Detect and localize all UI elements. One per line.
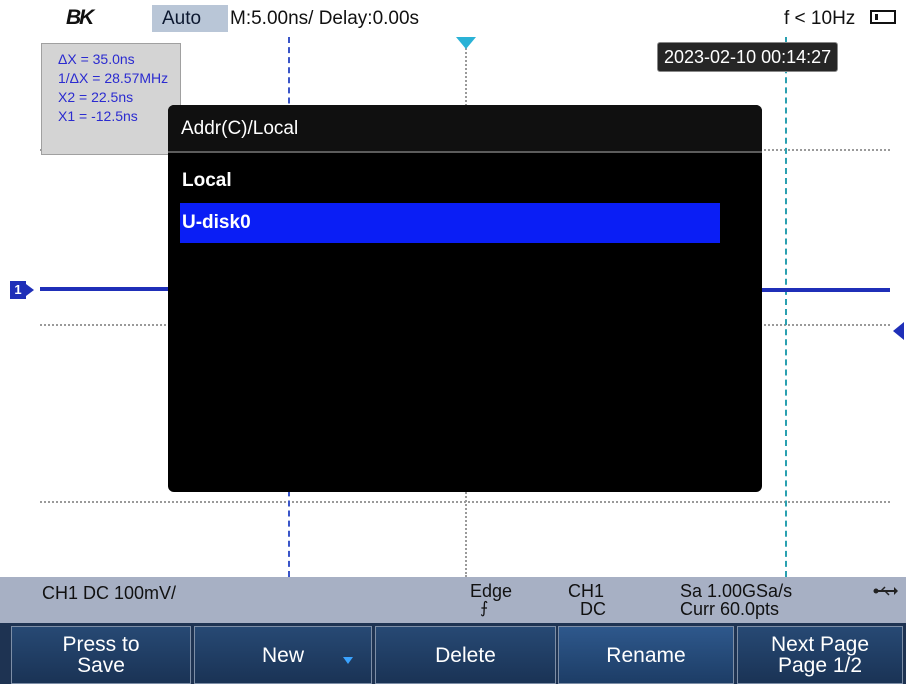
battery-level (875, 14, 878, 20)
ch1-trace (762, 288, 890, 292)
cursor-delta-x: ΔX = 35.0ns (58, 51, 135, 67)
ch1-level-marker[interactable]: 1 (10, 281, 36, 299)
trigger-slope-icon: ⨍ (480, 600, 489, 617)
battery-icon (870, 10, 896, 24)
new-button[interactable]: New (194, 626, 372, 684)
new-button-label: New (261, 643, 304, 667)
cursor-measurement-panel: ΔX = 35.0ns 1/ΔX = 28.57MHz X2 = 22.5ns … (41, 43, 181, 155)
ch1-marker-arrow (26, 284, 34, 296)
trigger-source: CH1 (568, 581, 605, 601)
trigger-coupling: DC (580, 599, 606, 619)
press-to-save-button[interactable]: Press to Save (11, 626, 191, 684)
dialog-title: Addr(C)/Local (168, 105, 762, 153)
cursor-x1-value: X1 = -12.5ns (58, 108, 138, 124)
record-length: Curr 60.0pts (680, 599, 780, 619)
cursor-x2-value: X2 = 22.5ns (58, 89, 134, 105)
usb-icon (873, 586, 898, 596)
cursor-x2-line[interactable] (785, 37, 787, 577)
storage-location-dialog: Addr(C)/Local Local U-disk0 (168, 105, 762, 492)
trigger-type: Edge (470, 581, 513, 601)
top-status-bar: BK Auto M:5.00ns/ Delay:0.00s f < 10Hz (0, 0, 906, 36)
chevron-down-icon (343, 657, 353, 664)
ch1-marker-label: 1 (10, 281, 26, 299)
trigger-position-marker[interactable] (456, 37, 476, 49)
softkey-bar: Press to Save New Delete Rename Next Pag… (0, 623, 906, 684)
list-item-u-disk0[interactable]: U-disk0 (180, 203, 720, 243)
rename-button[interactable]: Rename (558, 626, 734, 684)
date-time-display: 2023-02-10 00:14:27 (657, 42, 839, 72)
timebase-readout: M:5.00ns/ Delay:0.00s (230, 8, 420, 29)
ch1-settings[interactable]: CH1 DC 100mV/ (42, 583, 176, 603)
list-item-local[interactable]: Local (180, 161, 720, 201)
trigger-level-marker[interactable] (893, 322, 904, 340)
next-page-button[interactable]: Next Page Page 1/2 (737, 626, 903, 684)
ch1-trace (40, 287, 168, 291)
cursor-inverse-delta-x: 1/ΔX = 28.57MHz (58, 70, 169, 86)
acquisition-mode-badge[interactable]: Auto (152, 5, 228, 32)
channel-status-bar: CH1 DC 100mV/ Edge ⨍ CH1 DC Sa 1.00GSa/s… (0, 577, 906, 623)
brand-logo: BK (66, 6, 94, 29)
delete-button[interactable]: Delete (375, 626, 556, 684)
frequency-readout: f < 10Hz (784, 8, 856, 29)
sample-rate: Sa 1.00GSa/s (680, 581, 793, 601)
